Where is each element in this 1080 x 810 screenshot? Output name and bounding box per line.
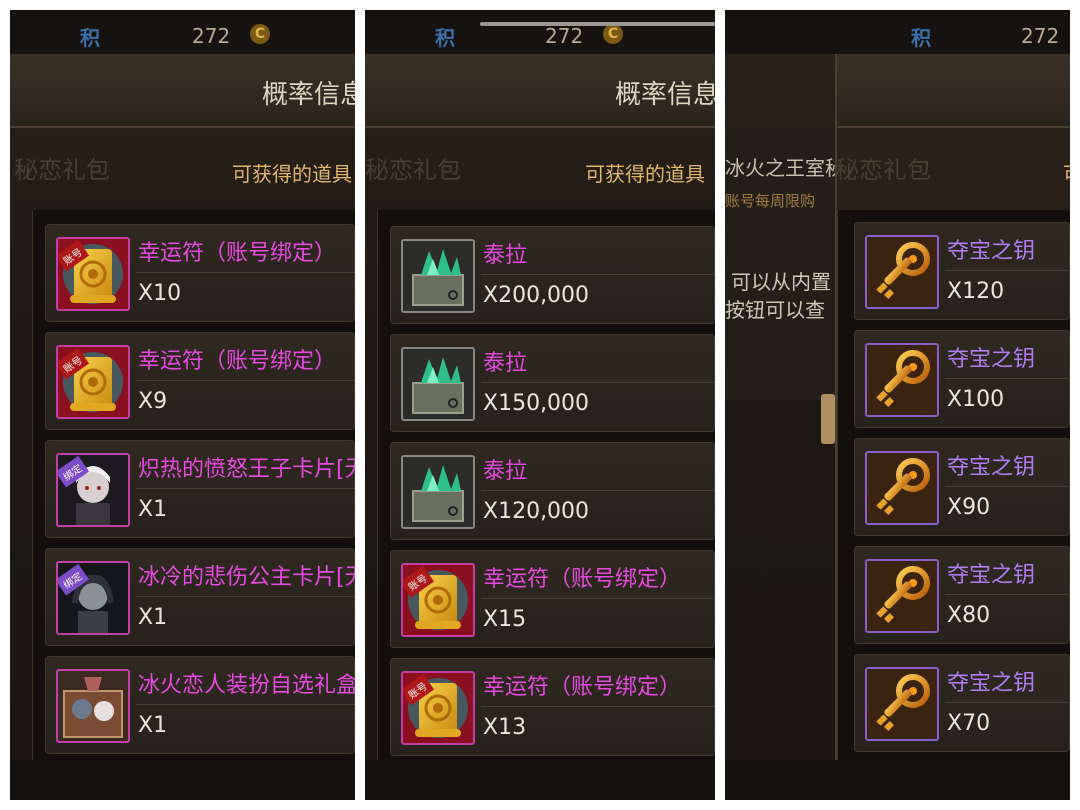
scroll-indicator xyxy=(480,22,715,26)
weekly-limit-label: 账号每周限购 xyxy=(725,192,816,210)
tera-crystal-chest-icon xyxy=(401,347,475,421)
item-list[interactable]: 泰拉 X200,000 泰拉 X150,000 泰拉 X120,000 账号 幸… xyxy=(377,210,715,760)
item-name: 幸运符（账号绑定） xyxy=(138,241,337,266)
treasure-key-icon xyxy=(865,667,939,741)
tera-crystal-chest-icon xyxy=(401,455,475,529)
points-label: 积 xyxy=(435,26,455,50)
points-label: 积 xyxy=(911,26,931,50)
item-list[interactable]: 夺宝之钥 X120 夺宝之钥 X100 夺宝之钥 X90 夺宝之钥 X80 夺宝… xyxy=(837,210,1070,760)
list-item: 泰拉 X200,000 xyxy=(390,226,715,324)
list-item: 泰拉 X120,000 xyxy=(390,442,715,540)
currency-coin-icon: C xyxy=(250,24,270,44)
item-quantity: X70 xyxy=(947,711,991,736)
background-package-title: 秘恋礼包 xyxy=(835,156,931,184)
probability-panel-1: 积 272 C 概率信息 秘恋礼包 可获得的道具 账号 幸运符（账号绑定） X1… xyxy=(10,10,355,800)
obtainable-items-heading: 可获得的道具 xyxy=(585,162,705,186)
treasure-key-icon xyxy=(865,343,939,417)
item-name: 幸运符（账号绑定） xyxy=(483,567,682,592)
treasure-key-icon xyxy=(865,451,939,525)
bottom-strip xyxy=(10,760,355,800)
background-package-title: 秘恋礼包 xyxy=(365,156,461,184)
treasure-key-icon xyxy=(865,235,939,309)
list-item: 夺宝之钥 X90 xyxy=(854,438,1070,536)
item-quantity: X13 xyxy=(483,715,527,740)
item-name: 夺宝之钥 xyxy=(947,347,1036,372)
dialog-title-bar: 概率信息 xyxy=(10,54,355,128)
costume-gift-box-icon xyxy=(56,669,130,743)
list-item: 账号 幸运符（账号绑定） X13 xyxy=(390,658,715,756)
description-line-1: 可以从内置 xyxy=(731,270,831,294)
item-quantity: X15 xyxy=(483,607,527,632)
description-line-2: 按钮可以查 xyxy=(725,298,825,322)
item-name: 泰拉 xyxy=(483,459,528,484)
dialog-title-bar xyxy=(837,54,1070,128)
list-item: 账号 幸运符（账号绑定） X10 xyxy=(45,224,355,322)
obtainable-items-heading: 可获得的道具 xyxy=(232,162,352,186)
item-name: 夺宝之钥 xyxy=(947,455,1036,480)
item-name: 夺宝之钥 xyxy=(947,239,1036,264)
item-name: 泰拉 xyxy=(483,351,528,376)
list-item: 绑定 炽热的愤怒王子卡片[无 X1 xyxy=(45,440,355,538)
list-item: 账号 幸运符（账号绑定） X9 xyxy=(45,332,355,430)
background-button xyxy=(821,394,835,444)
points-value: 272 xyxy=(545,24,584,48)
list-item: 夺宝之钥 X70 xyxy=(854,654,1070,752)
list-item: 账号 幸运符（账号绑定） X15 xyxy=(390,550,715,648)
item-name: 夺宝之钥 xyxy=(947,563,1036,588)
background-package-title: 秘恋礼包 xyxy=(14,156,110,184)
probability-dialog: 秘恋礼包 可 夺宝之钥 X120 夺宝之钥 X100 夺宝之钥 X90 xyxy=(835,54,1070,760)
item-quantity: X80 xyxy=(947,603,991,628)
item-quantity: X120 xyxy=(947,279,1005,304)
points-value: 272 xyxy=(192,24,231,48)
item-list[interactable]: 账号 幸运符（账号绑定） X10 账号 幸运符（账号绑定） X9 绑定 炽热的愤… xyxy=(32,210,355,760)
item-quantity: X120,000 xyxy=(483,499,590,524)
dialog-title: 概率信息 xyxy=(615,80,715,110)
lucky-charm-scroll-icon: 账号 xyxy=(56,237,130,311)
dialog-title-bar: 概率信息 xyxy=(365,54,715,128)
item-quantity: X150,000 xyxy=(483,391,590,416)
lucky-charm-scroll-icon: 账号 xyxy=(401,563,475,637)
lucky-charm-scroll-icon: 账号 xyxy=(56,345,130,419)
list-item: 冰火恋人装扮自选礼盒 X1 xyxy=(45,656,355,754)
probability-panel-2: 积 272 C 概率信息 秘恋礼包 可获得的道具 泰拉 X200,000 泰拉 … xyxy=(365,10,715,800)
currency-bar: 积 272 C xyxy=(10,10,355,54)
list-item: 泰拉 X150,000 xyxy=(390,334,715,432)
currency-bar: 积 272 xyxy=(725,10,1070,54)
treasure-key-icon xyxy=(865,559,939,633)
lucky-charm-scroll-icon: 账号 xyxy=(401,671,475,745)
list-item: 夺宝之钥 X100 xyxy=(854,330,1070,428)
item-name: 幸运符（账号绑定） xyxy=(483,675,682,700)
item-quantity: X1 xyxy=(138,497,168,522)
item-name: 夺宝之钥 xyxy=(947,671,1036,696)
dialog-title: 概率信息 xyxy=(262,80,355,110)
item-quantity: X90 xyxy=(947,495,991,520)
item-name: 炽热的愤怒王子卡片[无 xyxy=(138,457,355,482)
points-value: 272 xyxy=(1021,24,1060,48)
currency-coin-icon: C xyxy=(603,24,623,44)
item-quantity: X100 xyxy=(947,387,1005,412)
item-quantity: X10 xyxy=(138,281,182,306)
item-name: 泰拉 xyxy=(483,243,528,268)
item-name: 冰火恋人装扮自选礼盒 xyxy=(138,673,355,698)
princess-card-icon: 绑定 xyxy=(56,561,130,635)
obtainable-items-heading: 可 xyxy=(1063,158,1070,187)
list-item: 夺宝之钥 X80 xyxy=(854,546,1070,644)
bottom-strip xyxy=(725,760,1070,800)
bottom-strip xyxy=(365,760,715,800)
tera-crystal-chest-icon xyxy=(401,239,475,313)
item-name: 幸运符（账号绑定） xyxy=(138,349,337,374)
probability-panel-3: 积 272 冰火之王室秘恋礼包 账号每周限购 可以从内置 按钮可以查 秘恋礼包 … xyxy=(725,10,1070,800)
prince-card-icon: 绑定 xyxy=(56,453,130,527)
item-quantity: X1 xyxy=(138,605,168,630)
currency-bar: 积 272 C xyxy=(365,10,715,54)
item-quantity: X9 xyxy=(138,389,168,414)
points-label: 积 xyxy=(80,26,100,50)
list-item: 绑定 冰冷的悲伤公主卡片[无 X1 xyxy=(45,548,355,646)
list-item: 夺宝之钥 X120 xyxy=(854,222,1070,320)
item-quantity: X200,000 xyxy=(483,283,590,308)
item-quantity: X1 xyxy=(138,713,168,738)
item-name: 冰冷的悲伤公主卡片[无 xyxy=(138,565,355,590)
